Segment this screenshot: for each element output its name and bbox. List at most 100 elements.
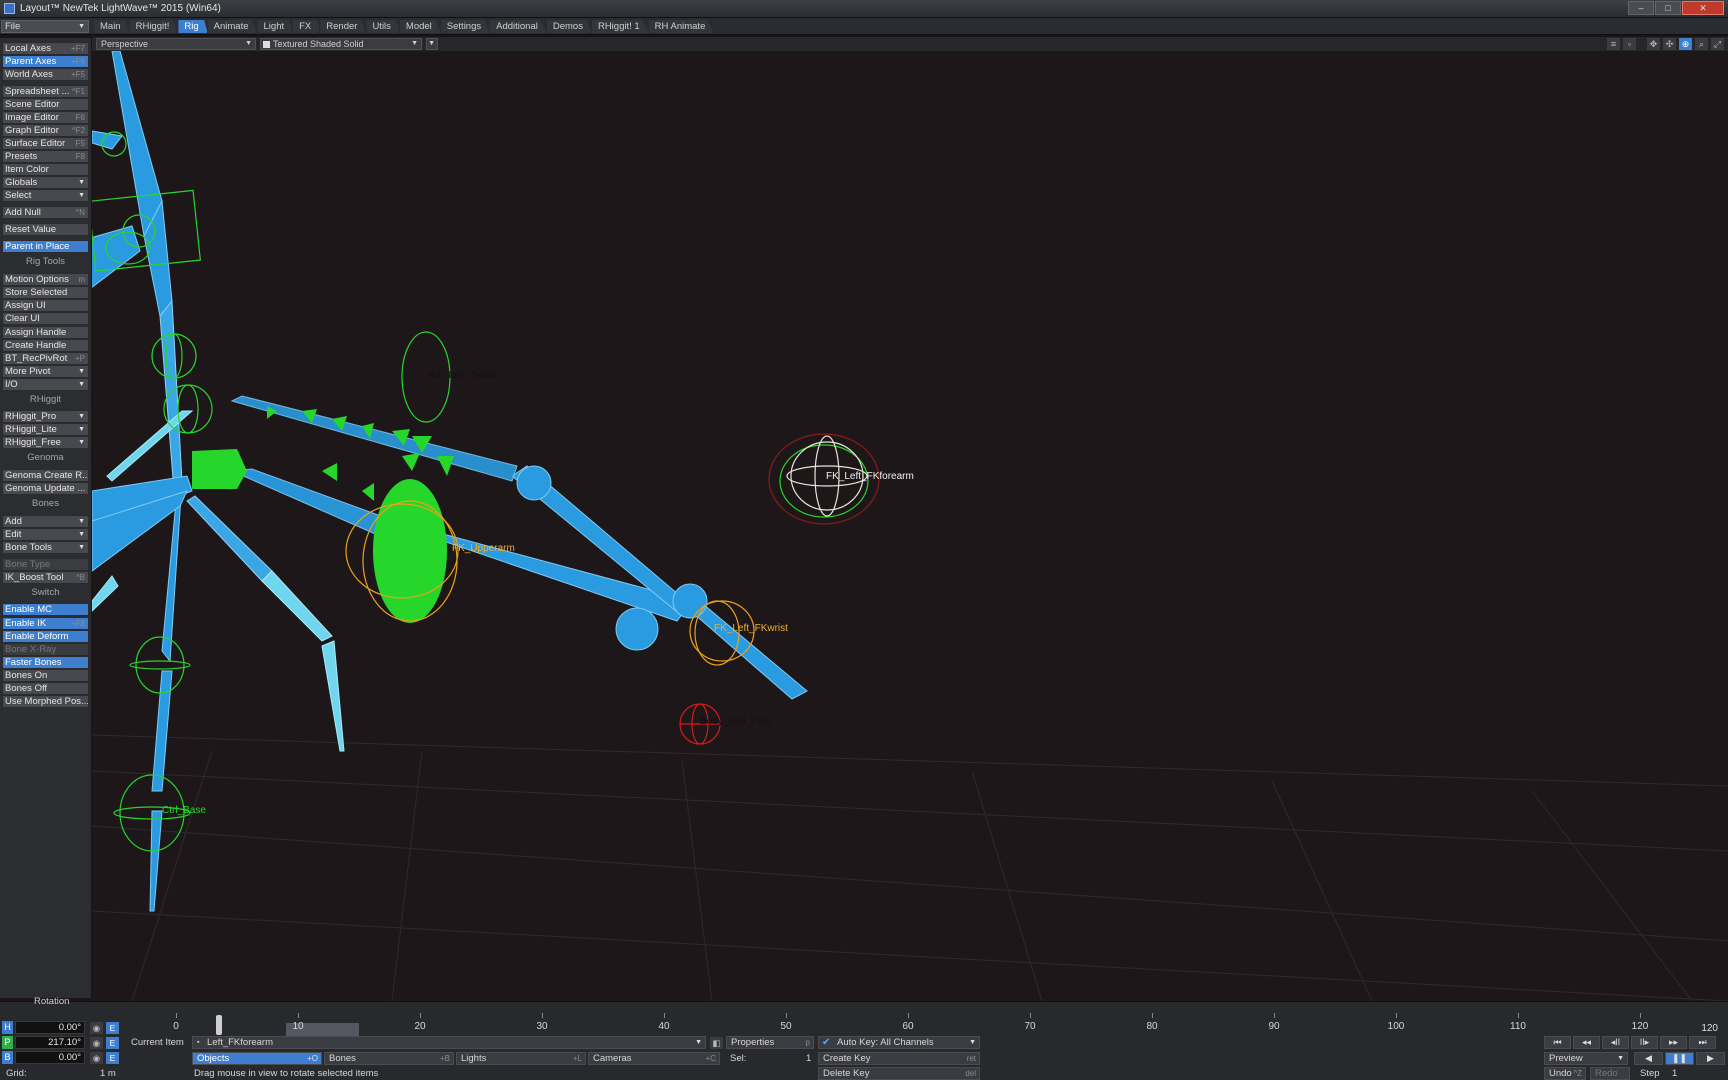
undo-button[interactable]: Undo ^Z (1544, 1067, 1586, 1080)
tab-fx[interactable]: FX (293, 20, 321, 33)
toolbar-button-store-selected[interactable]: Store Selected (2, 286, 89, 299)
toolbar-button-world-axes[interactable]: World Axes +F5 (2, 68, 89, 81)
delete-key-button[interactable]: Delete Key del (818, 1067, 980, 1080)
play-reverse-icon[interactable]: ◀ (1634, 1052, 1663, 1065)
toolbar-button-reset-value[interactable]: Reset Value (2, 223, 89, 236)
cameras-button[interactable]: Cameras +C (588, 1052, 720, 1065)
toolbar-button-graph-editor[interactable]: Graph Editor ^F2 (2, 124, 89, 137)
timeline-playhead[interactable] (216, 1015, 222, 1035)
toolbar-button-bone-tools[interactable]: Bone Tools ▼ (2, 541, 89, 554)
tab-additional[interactable]: Additional (490, 20, 547, 33)
tab-light[interactable]: Light (257, 20, 294, 33)
toolbar-button-enable-deform[interactable]: Enable Deform (2, 630, 89, 643)
toolbar-button-item-color[interactable]: Item Color (2, 163, 89, 176)
toolbar-button-assign-handle[interactable]: Assign Handle (2, 326, 89, 339)
tab-main[interactable]: Main (94, 20, 130, 33)
toolbar-button-bones-off[interactable]: Bones Off (2, 682, 89, 695)
bones-button[interactable]: Bones +B (324, 1052, 454, 1065)
tab-rhiggit-[interactable]: RHiggit! (129, 20, 179, 33)
toolbar-button-motion-options[interactable]: Motion Options m (2, 273, 89, 286)
toolbar-button-add-null[interactable]: Add Null ^N (2, 206, 89, 219)
pitch-input[interactable]: 217.10° (15, 1036, 85, 1049)
autokey-select[interactable]: ✔ Auto Key: All Channels ▼ (818, 1036, 980, 1049)
viewport-options-dropdown[interactable]: ▼ (426, 38, 438, 50)
close-icon[interactable]: ✕ (1682, 1, 1724, 15)
tab-rh-animate[interactable]: RH Animate (648, 20, 715, 33)
tab-rhiggit-1[interactable]: RHiggit! 1 (591, 20, 649, 33)
toolbar-button-more-pivot[interactable]: More Pivot ▼ (2, 365, 89, 378)
toolbar-button-parent-in-place[interactable]: Parent in Place (2, 240, 89, 253)
viewport-layout-icon[interactable]: ≡ (1607, 38, 1620, 50)
toolbar-button-bone-x-ray[interactable]: Bone X-Ray (2, 643, 89, 656)
prev-key-icon[interactable]: ◂◂ (1573, 1036, 1600, 1049)
toolbar-button-spreadsheet[interactable]: Spreadsheet ... ^F1 (2, 85, 89, 98)
tab-render[interactable]: Render (320, 20, 367, 33)
redo-button[interactable]: Redo (1590, 1067, 1630, 1080)
toolbar-button-ik-boost-tool[interactable]: IK_Boost Tool ^B (2, 571, 89, 584)
toolbar-button-rhiggit-free[interactable]: RHiggit_Free ▼ (2, 436, 89, 449)
toolbar-button-rhiggit-pro[interactable]: RHiggit_Pro ▼ (2, 410, 89, 423)
end-frame-input[interactable]: 120 (1684, 1023, 1718, 1035)
pause-icon[interactable]: ❚❚ (1665, 1052, 1694, 1065)
bank-input[interactable]: 0.00° (15, 1051, 85, 1064)
current-item-select[interactable]: ▪ Left_FKforearm ▼ (192, 1036, 706, 1049)
view-mode-select[interactable]: Perspective ▼ (96, 38, 256, 50)
toolbar-button-i-o[interactable]: I/O ▼ (2, 378, 89, 391)
tab-rig[interactable]: Rig (178, 20, 208, 33)
tab-animate[interactable]: Animate (207, 20, 258, 33)
step-value[interactable]: 1 (1672, 1068, 1677, 1079)
minimize-icon[interactable]: – (1628, 1, 1654, 15)
toolbar-button-enable-ik[interactable]: Enable IK +F8 (2, 617, 89, 630)
toolbar-button-image-editor[interactable]: Image Editor F6 (2, 111, 89, 124)
toolbar-button-edit[interactable]: Edit ▼ (2, 528, 89, 541)
preview-select[interactable]: Preview ▼ (1544, 1052, 1628, 1065)
toolbar-button-create-handle[interactable]: Create Handle (2, 339, 89, 352)
lights-button[interactable]: Lights +L (456, 1052, 586, 1065)
next-key-icon[interactable]: ▸▸ (1660, 1036, 1687, 1049)
toolbar-button-bone-type[interactable]: Bone Type (2, 558, 89, 571)
toolbar-button-local-axes[interactable]: Local Axes +F7 (2, 42, 89, 55)
toolbar-button-select[interactable]: Select ▼ (2, 189, 89, 202)
e-button[interactable]: E (106, 1052, 119, 1064)
toolbar-button-genoma-create-r[interactable]: Genoma Create R... (2, 469, 89, 482)
toolbar-button-bones-on[interactable]: Bones On (2, 669, 89, 682)
toolbar-button-assign-ui[interactable]: Assign UI (2, 299, 89, 312)
maximize-icon[interactable]: □ (1655, 1, 1681, 15)
play-icon[interactable]: ▶ (1696, 1052, 1725, 1065)
item-picker-icon[interactable]: ◧ (710, 1037, 723, 1049)
toolbar-button-presets[interactable]: Presets F8 (2, 150, 89, 163)
toolbar-button-add[interactable]: Add ▼ (2, 515, 89, 528)
checkbox-checked-icon[interactable]: ✔ (822, 1037, 830, 1048)
toolbar-button-scene-editor[interactable]: Scene Editor (2, 98, 89, 111)
fit-view-icon[interactable]: ⤢ (1711, 38, 1724, 50)
create-key-button[interactable]: Create Key ret (818, 1052, 980, 1065)
move-view-icon[interactable]: ✥ (1647, 38, 1660, 50)
3d-viewport[interactable]: IKL_Left_Spine FK_Left_FKforearm FK_Uppe… (92, 51, 1728, 1001)
toolbar-button-bt-recpivrot[interactable]: BT_RecPivRot +P (2, 352, 89, 365)
eye-icon[interactable]: ◉ (90, 1052, 103, 1064)
properties-button[interactable]: Properties p (726, 1036, 814, 1049)
heading-input[interactable]: 0.00° (15, 1021, 85, 1034)
prev-frame-icon[interactable]: ◂ǀǀ (1602, 1036, 1629, 1049)
tab-demos[interactable]: Demos (546, 20, 592, 33)
toolbar-button-parent-axes[interactable]: Parent Axes +F6 (2, 55, 89, 68)
objects-button[interactable]: Objects +O (192, 1052, 322, 1065)
toolbar-button-globals[interactable]: Globals ▼ (2, 176, 89, 189)
toolbar-button-genoma-update[interactable]: Genoma Update ... (2, 482, 89, 495)
tab-settings[interactable]: Settings (440, 20, 491, 33)
toolbar-button-enable-mc[interactable]: Enable MC (2, 603, 89, 616)
toolbar-button-faster-bones[interactable]: Faster Bones (2, 656, 89, 669)
last-frame-icon[interactable]: ⏭ (1689, 1036, 1716, 1049)
toolbar-button-surface-editor[interactable]: Surface Editor F5 (2, 137, 89, 150)
tab-utils[interactable]: Utils (366, 20, 400, 33)
toolbar-button-use-morphed-pos[interactable]: Use Morphed Pos... (2, 695, 89, 708)
first-frame-icon[interactable]: ⏮ (1544, 1036, 1571, 1049)
pan-view-icon[interactable]: ⊕ (1679, 38, 1692, 50)
file-menu[interactable]: File ▼ (1, 20, 89, 33)
zoom-icon[interactable]: ⌕ (1695, 38, 1708, 50)
render-mode-select[interactable]: Textured Shaded Solid ▼ (260, 38, 422, 50)
toolbar-button-clear-ui[interactable]: Clear UI (2, 312, 89, 325)
viewport-maximize-icon[interactable]: ▫ (1623, 38, 1636, 50)
rotate-view-icon[interactable]: ✣ (1663, 38, 1676, 50)
tab-model[interactable]: Model (399, 20, 441, 33)
